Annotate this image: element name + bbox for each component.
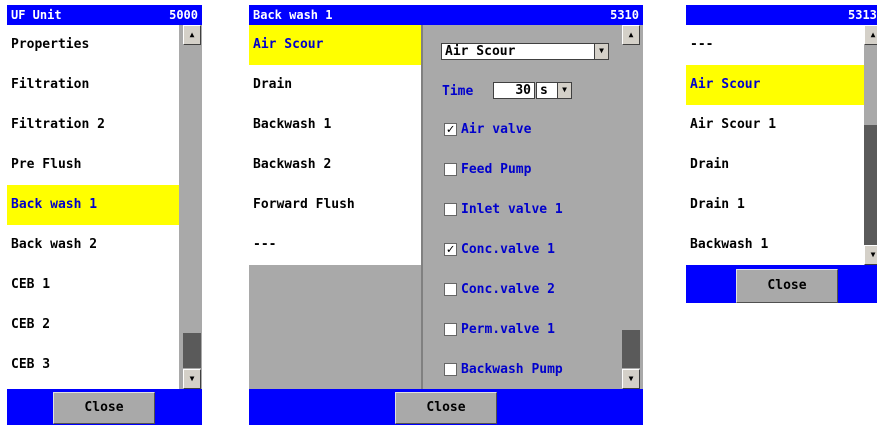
checkbox-air-valve[interactable]: ✓ xyxy=(444,123,457,136)
uf-unit-title-bar: UF Unit 5000 xyxy=(7,5,202,25)
option-label: Inlet valve 1 xyxy=(461,202,563,217)
picker-item-air-scour-1[interactable]: Air Scour 1 xyxy=(686,105,864,145)
option-label: Feed Pump xyxy=(461,162,532,177)
scrollbar-thumb[interactable] xyxy=(864,125,877,245)
scroll-up-button[interactable]: ▲ xyxy=(622,25,640,45)
time-label: Time xyxy=(442,84,474,99)
chevron-down-icon[interactable]: ▼ xyxy=(594,44,608,59)
option-feed-pump[interactable]: Feed Pump xyxy=(444,162,614,178)
step-item-forward-flush[interactable]: Forward Flush xyxy=(249,185,421,225)
picker-item-empty[interactable]: --- xyxy=(686,25,864,65)
option-backwash-pump[interactable]: Backwash Pump xyxy=(444,362,614,378)
close-button[interactable]: Close xyxy=(395,392,497,424)
checkbox-conc-valve-2[interactable] xyxy=(444,283,457,296)
step-picker-panel: 5313 --- Air Scour Air Scour 1 Drain Dra… xyxy=(686,5,877,303)
picker-item-air-scour[interactable]: Air Scour xyxy=(686,65,864,105)
close-button[interactable]: Close xyxy=(53,392,155,424)
scroll-down-button[interactable]: ▼ xyxy=(622,369,640,389)
time-value: 30 xyxy=(515,83,531,98)
scroll-up-button[interactable]: ▲ xyxy=(864,25,877,45)
option-label: Perm.valve 1 xyxy=(461,322,555,337)
step-picker-scrollbar[interactable]: ▲ ▼ xyxy=(864,25,877,265)
back-wash-footer: Close xyxy=(249,389,643,425)
step-select[interactable]: Air Scour ▼ xyxy=(441,43,609,60)
step-item-backwash-1[interactable]: Backwash 1 xyxy=(249,105,421,145)
checkbox-perm-valve-1[interactable] xyxy=(444,323,457,336)
menu-item-ceb-2[interactable]: CEB 2 xyxy=(7,305,179,345)
list-divider xyxy=(421,25,423,389)
option-conc-valve-2[interactable]: Conc.valve 2 xyxy=(444,282,614,298)
step-item-empty[interactable]: --- xyxy=(249,225,421,265)
time-input[interactable]: 30 xyxy=(493,82,535,99)
option-label: Conc.valve 1 xyxy=(461,242,555,257)
step-item-drain[interactable]: Drain xyxy=(249,65,421,105)
picker-item-drain[interactable]: Drain xyxy=(686,145,864,185)
uf-unit-menu-list: Properties Filtration Filtration 2 Pre F… xyxy=(7,25,179,389)
uf-unit-footer: Close xyxy=(7,389,202,425)
step-picker-list: --- Air Scour Air Scour 1 Drain Drain 1 … xyxy=(686,25,864,265)
menu-item-filtration-2[interactable]: Filtration 2 xyxy=(7,105,179,145)
step-picker-title-bar: 5313 xyxy=(686,5,877,25)
scrollbar-thumb[interactable] xyxy=(622,330,640,368)
time-unit-value: s xyxy=(540,83,548,98)
picker-item-drain-1[interactable]: Drain 1 xyxy=(686,185,864,225)
step-item-air-scour[interactable]: Air Scour xyxy=(249,25,421,65)
time-unit-select[interactable]: s ▼ xyxy=(536,82,572,99)
options-scrollbar[interactable]: ▲ ▼ xyxy=(622,25,640,389)
panel-code: 5313 xyxy=(848,8,877,22)
scroll-down-button[interactable]: ▼ xyxy=(864,245,877,265)
scroll-up-button[interactable]: ▲ xyxy=(183,25,201,45)
close-button[interactable]: Close xyxy=(736,269,838,303)
back-wash-title-bar: Back wash 1 5310 xyxy=(249,5,643,25)
panel-title: UF Unit xyxy=(11,8,62,22)
chevron-down-icon[interactable]: ▼ xyxy=(557,83,571,98)
option-air-valve[interactable]: ✓ Air valve xyxy=(444,122,614,138)
step-list: Air Scour Drain Backwash 1 Backwash 2 Fo… xyxy=(249,25,421,265)
checkbox-backwash-pump[interactable] xyxy=(444,363,457,376)
menu-item-pre-flush[interactable]: Pre Flush xyxy=(7,145,179,185)
menu-item-back-wash-2[interactable]: Back wash 2 xyxy=(7,225,179,265)
step-select-value: Air Scour xyxy=(445,44,516,59)
checkbox-inlet-valve-1[interactable] xyxy=(444,203,457,216)
step-picker-footer: Close xyxy=(686,265,877,303)
uf-unit-scrollbar[interactable]: ▲ ▼ xyxy=(183,25,201,389)
step-item-backwash-2[interactable]: Backwash 2 xyxy=(249,145,421,185)
option-label: Backwash Pump xyxy=(461,362,563,377)
menu-item-filtration[interactable]: Filtration xyxy=(7,65,179,105)
option-perm-valve-1[interactable]: Perm.valve 1 xyxy=(444,322,614,338)
option-label: Air valve xyxy=(461,122,532,137)
scroll-down-button[interactable]: ▼ xyxy=(183,369,201,389)
checkbox-feed-pump[interactable] xyxy=(444,163,457,176)
menu-item-back-wash-1[interactable]: Back wash 1 xyxy=(7,185,179,225)
option-label: Conc.valve 2 xyxy=(461,282,555,297)
option-inlet-valve-1[interactable]: Inlet valve 1 xyxy=(444,202,614,218)
panel-code: 5310 xyxy=(610,8,639,22)
panel-title: Back wash 1 xyxy=(253,8,333,22)
menu-item-properties[interactable]: Properties xyxy=(7,25,179,65)
menu-item-ceb-1[interactable]: CEB 1 xyxy=(7,265,179,305)
menu-item-ceb-3[interactable]: CEB 3 xyxy=(7,345,179,385)
checkbox-conc-valve-1[interactable]: ✓ xyxy=(444,243,457,256)
scrollbar-thumb[interactable] xyxy=(183,333,201,368)
picker-item-backwash-1[interactable]: Backwash 1 xyxy=(686,225,864,265)
option-conc-valve-1[interactable]: ✓ Conc.valve 1 xyxy=(444,242,614,258)
panel-code: 5000 xyxy=(169,8,198,22)
back-wash-panel: Back wash 1 5310 Air Scour Drain Backwas… xyxy=(249,5,643,425)
uf-unit-panel: UF Unit 5000 Properties Filtration Filtr… xyxy=(7,5,202,425)
